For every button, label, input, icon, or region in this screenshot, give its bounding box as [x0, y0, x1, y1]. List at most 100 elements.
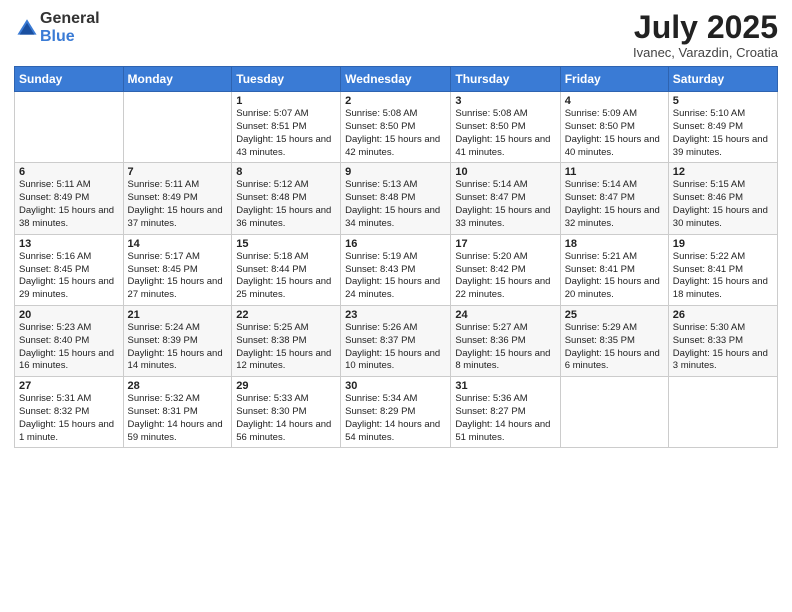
header: General Blue July 2025 Ivanec, Varazdin,… [14, 10, 778, 60]
calendar-week-row: 13Sunrise: 5:16 AMSunset: 8:45 PMDayligh… [15, 234, 778, 305]
table-row: 31Sunrise: 5:36 AMSunset: 8:27 PMDayligh… [451, 377, 560, 448]
day-number: 15 [236, 238, 336, 250]
day-number: 17 [455, 238, 555, 250]
day-number: 25 [565, 309, 664, 321]
logo-general: General [40, 10, 100, 27]
table-row: 25Sunrise: 5:29 AMSunset: 8:35 PMDayligh… [560, 305, 668, 376]
table-row: 19Sunrise: 5:22 AMSunset: 8:41 PMDayligh… [668, 234, 777, 305]
table-row: 3Sunrise: 5:08 AMSunset: 8:50 PMDaylight… [451, 92, 560, 163]
day-info: Sunrise: 5:23 AMSunset: 8:40 PMDaylight:… [19, 322, 119, 373]
calendar-week-row: 1Sunrise: 5:07 AMSunset: 8:51 PMDaylight… [15, 92, 778, 163]
day-info: Sunrise: 5:13 AMSunset: 8:48 PMDaylight:… [345, 179, 446, 230]
col-thursday: Thursday [451, 67, 560, 92]
day-number: 27 [19, 380, 119, 392]
logo-icon [16, 17, 38, 39]
col-tuesday: Tuesday [232, 67, 341, 92]
day-info: Sunrise: 5:14 AMSunset: 8:47 PMDaylight:… [455, 179, 555, 230]
table-row: 17Sunrise: 5:20 AMSunset: 8:42 PMDayligh… [451, 234, 560, 305]
day-number: 3 [455, 95, 555, 107]
table-row: 12Sunrise: 5:15 AMSunset: 8:46 PMDayligh… [668, 163, 777, 234]
day-number: 6 [19, 166, 119, 178]
day-number: 8 [236, 166, 336, 178]
day-number: 24 [455, 309, 555, 321]
day-info: Sunrise: 5:07 AMSunset: 8:51 PMDaylight:… [236, 108, 336, 159]
table-row: 15Sunrise: 5:18 AMSunset: 8:44 PMDayligh… [232, 234, 341, 305]
table-row: 24Sunrise: 5:27 AMSunset: 8:36 PMDayligh… [451, 305, 560, 376]
day-info: Sunrise: 5:08 AMSunset: 8:50 PMDaylight:… [455, 108, 555, 159]
table-row: 8Sunrise: 5:12 AMSunset: 8:48 PMDaylight… [232, 163, 341, 234]
day-info: Sunrise: 5:10 AMSunset: 8:49 PMDaylight:… [673, 108, 773, 159]
day-info: Sunrise: 5:22 AMSunset: 8:41 PMDaylight:… [673, 251, 773, 302]
day-info: Sunrise: 5:08 AMSunset: 8:50 PMDaylight:… [345, 108, 446, 159]
table-row: 11Sunrise: 5:14 AMSunset: 8:47 PMDayligh… [560, 163, 668, 234]
day-number: 7 [128, 166, 228, 178]
day-info: Sunrise: 5:17 AMSunset: 8:45 PMDaylight:… [128, 251, 228, 302]
calendar-week-row: 20Sunrise: 5:23 AMSunset: 8:40 PMDayligh… [15, 305, 778, 376]
table-row: 16Sunrise: 5:19 AMSunset: 8:43 PMDayligh… [341, 234, 451, 305]
table-row: 10Sunrise: 5:14 AMSunset: 8:47 PMDayligh… [451, 163, 560, 234]
day-number: 21 [128, 309, 228, 321]
day-number: 26 [673, 309, 773, 321]
day-info: Sunrise: 5:26 AMSunset: 8:37 PMDaylight:… [345, 322, 446, 373]
table-row: 9Sunrise: 5:13 AMSunset: 8:48 PMDaylight… [341, 163, 451, 234]
day-number: 16 [345, 238, 446, 250]
table-row: 2Sunrise: 5:08 AMSunset: 8:50 PMDaylight… [341, 92, 451, 163]
day-info: Sunrise: 5:27 AMSunset: 8:36 PMDaylight:… [455, 322, 555, 373]
table-row: 21Sunrise: 5:24 AMSunset: 8:39 PMDayligh… [123, 305, 232, 376]
day-info: Sunrise: 5:09 AMSunset: 8:50 PMDaylight:… [565, 108, 664, 159]
table-row: 7Sunrise: 5:11 AMSunset: 8:49 PMDaylight… [123, 163, 232, 234]
table-row: 23Sunrise: 5:26 AMSunset: 8:37 PMDayligh… [341, 305, 451, 376]
day-number: 13 [19, 238, 119, 250]
day-number: 12 [673, 166, 773, 178]
day-info: Sunrise: 5:12 AMSunset: 8:48 PMDaylight:… [236, 179, 336, 230]
table-row: 18Sunrise: 5:21 AMSunset: 8:41 PMDayligh… [560, 234, 668, 305]
table-row [15, 92, 124, 163]
table-row: 1Sunrise: 5:07 AMSunset: 8:51 PMDaylight… [232, 92, 341, 163]
col-monday: Monday [123, 67, 232, 92]
table-row: 26Sunrise: 5:30 AMSunset: 8:33 PMDayligh… [668, 305, 777, 376]
day-info: Sunrise: 5:36 AMSunset: 8:27 PMDaylight:… [455, 393, 555, 444]
day-info: Sunrise: 5:31 AMSunset: 8:32 PMDaylight:… [19, 393, 119, 444]
day-info: Sunrise: 5:25 AMSunset: 8:38 PMDaylight:… [236, 322, 336, 373]
day-number: 30 [345, 380, 446, 392]
day-info: Sunrise: 5:21 AMSunset: 8:41 PMDaylight:… [565, 251, 664, 302]
day-info: Sunrise: 5:16 AMSunset: 8:45 PMDaylight:… [19, 251, 119, 302]
day-info: Sunrise: 5:18 AMSunset: 8:44 PMDaylight:… [236, 251, 336, 302]
col-saturday: Saturday [668, 67, 777, 92]
col-friday: Friday [560, 67, 668, 92]
logo-blue: Blue [40, 28, 75, 45]
table-row [123, 92, 232, 163]
table-row: 4Sunrise: 5:09 AMSunset: 8:50 PMDaylight… [560, 92, 668, 163]
day-number: 10 [455, 166, 555, 178]
day-info: Sunrise: 5:34 AMSunset: 8:29 PMDaylight:… [345, 393, 446, 444]
table-row: 14Sunrise: 5:17 AMSunset: 8:45 PMDayligh… [123, 234, 232, 305]
day-number: 14 [128, 238, 228, 250]
calendar-week-row: 6Sunrise: 5:11 AMSunset: 8:49 PMDaylight… [15, 163, 778, 234]
table-row [668, 377, 777, 448]
day-number: 11 [565, 166, 664, 178]
table-row: 30Sunrise: 5:34 AMSunset: 8:29 PMDayligh… [341, 377, 451, 448]
day-number: 23 [345, 309, 446, 321]
day-info: Sunrise: 5:24 AMSunset: 8:39 PMDaylight:… [128, 322, 228, 373]
day-number: 19 [673, 238, 773, 250]
page: General Blue July 2025 Ivanec, Varazdin,… [0, 0, 792, 612]
calendar-header-row: Sunday Monday Tuesday Wednesday Thursday… [15, 67, 778, 92]
day-info: Sunrise: 5:19 AMSunset: 8:43 PMDaylight:… [345, 251, 446, 302]
day-info: Sunrise: 5:29 AMSunset: 8:35 PMDaylight:… [565, 322, 664, 373]
table-row: 5Sunrise: 5:10 AMSunset: 8:49 PMDaylight… [668, 92, 777, 163]
subtitle: Ivanec, Varazdin, Croatia [633, 45, 778, 60]
day-info: Sunrise: 5:20 AMSunset: 8:42 PMDaylight:… [455, 251, 555, 302]
table-row: 22Sunrise: 5:25 AMSunset: 8:38 PMDayligh… [232, 305, 341, 376]
day-number: 18 [565, 238, 664, 250]
day-info: Sunrise: 5:11 AMSunset: 8:49 PMDaylight:… [128, 179, 228, 230]
table-row: 27Sunrise: 5:31 AMSunset: 8:32 PMDayligh… [15, 377, 124, 448]
col-sunday: Sunday [15, 67, 124, 92]
day-info: Sunrise: 5:32 AMSunset: 8:31 PMDaylight:… [128, 393, 228, 444]
day-number: 2 [345, 95, 446, 107]
day-info: Sunrise: 5:11 AMSunset: 8:49 PMDaylight:… [19, 179, 119, 230]
day-number: 9 [345, 166, 446, 178]
day-info: Sunrise: 5:14 AMSunset: 8:47 PMDaylight:… [565, 179, 664, 230]
day-info: Sunrise: 5:33 AMSunset: 8:30 PMDaylight:… [236, 393, 336, 444]
day-number: 20 [19, 309, 119, 321]
logo: General Blue [14, 10, 100, 46]
